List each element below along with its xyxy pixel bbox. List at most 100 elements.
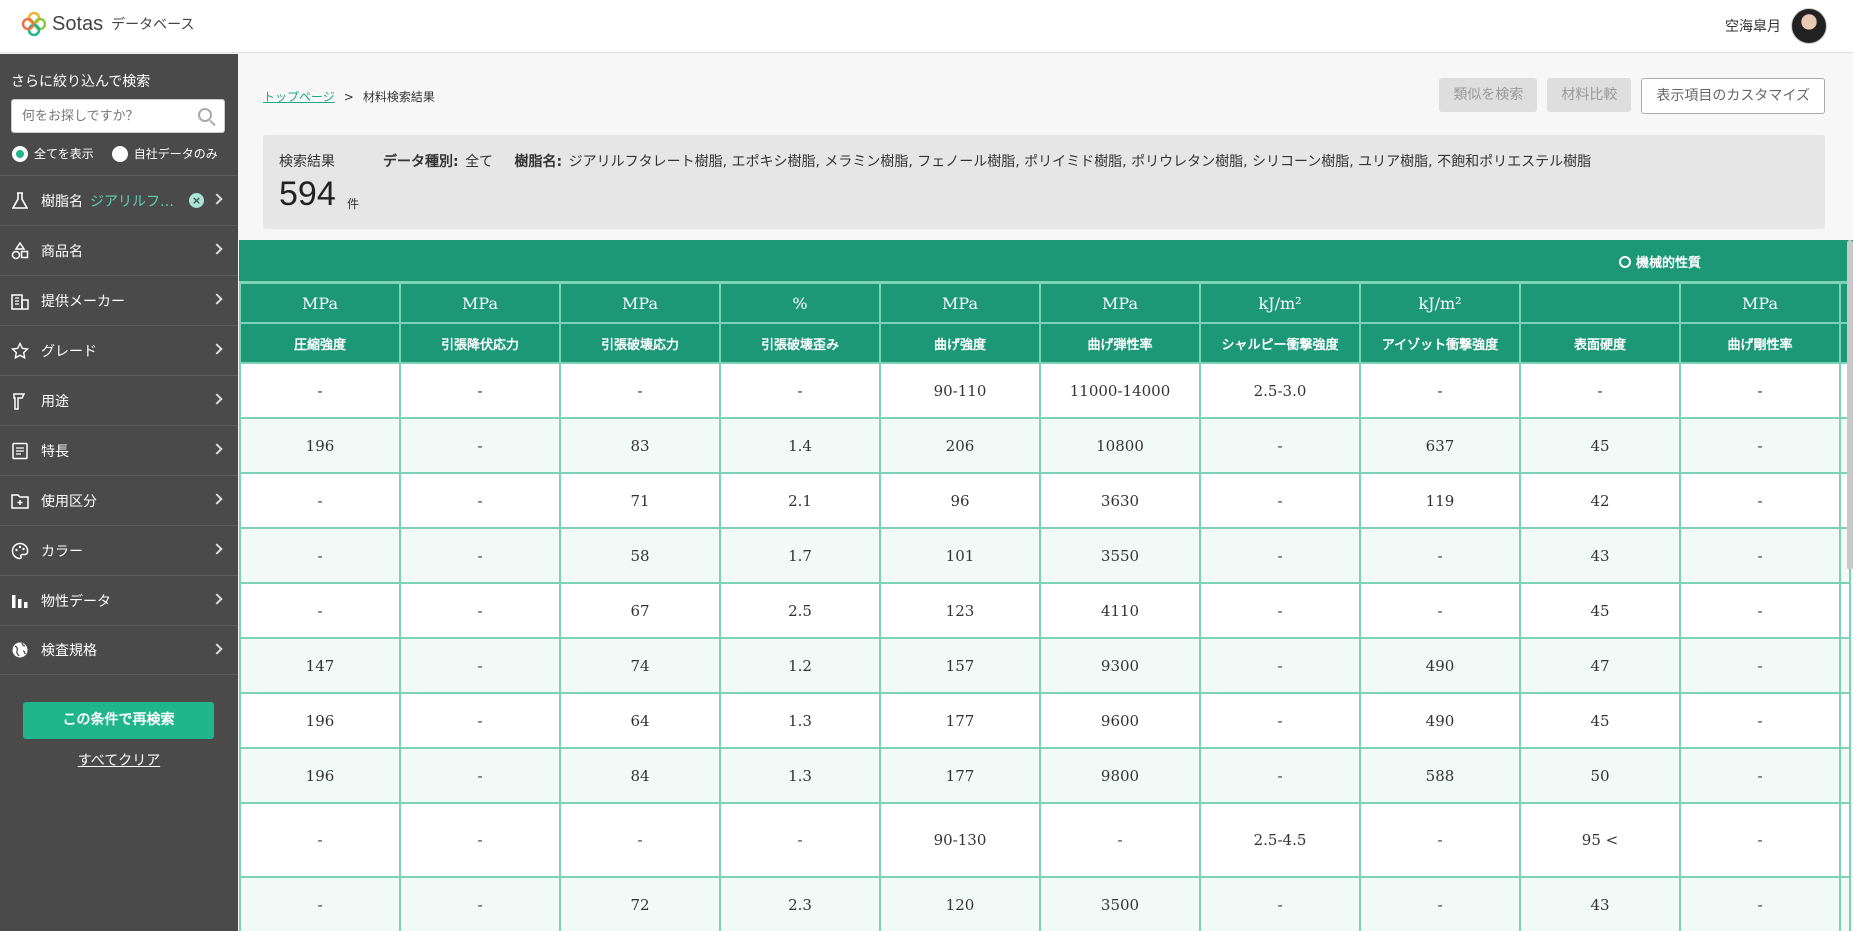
table-cell: - xyxy=(239,802,401,878)
table-cell: 1.2 xyxy=(719,637,881,694)
table-cell: 1.3 xyxy=(719,692,881,749)
table-cell: 1.3 xyxy=(719,747,881,804)
unit-cell: % xyxy=(719,282,881,324)
clear-all-link[interactable]: すべてクリア xyxy=(0,750,238,770)
column-header[interactable]: アイゾット衝撃強度 xyxy=(1359,322,1521,364)
table-cell: 206 xyxy=(879,417,1041,474)
table-row[interactable]: - - - -90-130-2.5-4.5-95 < - xyxy=(239,802,1851,878)
table-cell: 177 xyxy=(879,692,1041,749)
resin-label: 樹脂名: xyxy=(514,154,563,170)
user-menu[interactable]: 空海皐月 xyxy=(1725,8,1827,44)
chevron-right-icon xyxy=(211,393,223,405)
sidebar-item-features[interactable]: 特長 xyxy=(0,425,238,475)
table-cell: - xyxy=(1199,747,1361,804)
radio-show-all[interactable] xyxy=(12,145,28,162)
breadcrumb-top-link[interactable]: トップページ xyxy=(263,90,335,104)
avatar[interactable] xyxy=(1791,8,1827,44)
breadcrumb-current: 材料検索結果 xyxy=(362,90,435,104)
column-header[interactable]: 曲げ弾性率 xyxy=(1039,322,1201,364)
table-row[interactable]: - -72 2.3 120 3500- -43- xyxy=(239,876,1851,931)
column-header[interactable]: 圧縮強度 xyxy=(239,322,401,364)
resin-value: ジアリルフタレート樹脂, エポキシ樹脂, メラミン樹脂, フェノール樹脂, ポリ… xyxy=(568,154,1592,170)
table-row[interactable]: 196-64 1.3 177 9600-490 45- xyxy=(239,692,1851,749)
sidebar-item-label: 商品名 xyxy=(41,243,83,260)
sidebar-item-grade[interactable]: グレード xyxy=(0,325,238,375)
table-cell: - xyxy=(239,472,401,529)
clear-filter-icon[interactable]: × xyxy=(189,193,204,208)
sidebar-item-resin[interactable]: 樹脂名 ジアリルフ… × xyxy=(0,175,238,225)
results-table-wrap: 機械的性質 MPa MPa MPa% MPa MPa kJ/m² kJ/m² MPa 圧縮強度引… xyxy=(239,240,1853,931)
table-cell: 45 xyxy=(1519,417,1681,474)
sidebar-item-category[interactable]: 使用区分 xyxy=(0,475,238,525)
table-cell: - xyxy=(399,362,561,419)
table-cell xyxy=(1839,802,1851,878)
sidebar-search-input[interactable] xyxy=(12,100,182,132)
column-header-row: 圧縮強度 引張降伏応力 引張破壊応力 引張破壊歪み 曲げ強度 曲げ弾性率 シャルピー衝撃強度… xyxy=(239,322,1851,364)
table-cell: - xyxy=(1199,472,1361,529)
table-row[interactable]: 147-74 1.2 157 9300-490 47- xyxy=(239,637,1851,694)
table-cell: - xyxy=(1199,417,1361,474)
sidebar-item-color[interactable]: カラー xyxy=(0,525,238,575)
column-header[interactable]: シャルピー衝撃強度 xyxy=(1199,322,1361,364)
table-row[interactable]: 196-83 1.4 206 10800-637 45- xyxy=(239,417,1851,474)
research-button[interactable]: この条件で再検索 xyxy=(23,702,214,739)
unit-cell: MPa xyxy=(399,282,561,324)
sidebar-item-product[interactable]: 商品名 xyxy=(0,225,238,275)
table-row[interactable]: 196-84 1.3 177 9800-588 50- xyxy=(239,747,1851,804)
table-cell: - xyxy=(1679,417,1841,474)
compare-button[interactable]: 材料比較 xyxy=(1547,78,1632,112)
table-row[interactable]: - - - -90-110 11000-14000 2.5-3.0- - - xyxy=(239,362,1851,419)
table-cell: 4110 xyxy=(1039,582,1201,639)
sidebar-item-standards[interactable]: 検査規格 xyxy=(0,625,238,675)
vertical-scrollbar[interactable] xyxy=(1847,240,1853,570)
table-cell: - xyxy=(1679,362,1841,419)
column-header[interactable]: 曲げ強度 xyxy=(879,322,1041,364)
table-cell: 3550 xyxy=(1039,527,1201,584)
column-header[interactable]: 表面硬度 xyxy=(1519,322,1681,364)
column-header[interactable]: 曲げ剛性率 xyxy=(1679,322,1841,364)
unit-cell: MPa xyxy=(559,282,721,324)
table-cell: - xyxy=(1199,876,1361,931)
sidebar-item-label: 用途 xyxy=(41,393,69,410)
unit-cell: MPa xyxy=(1039,282,1201,324)
customize-columns-button[interactable]: 表示項目のカスタマイズ xyxy=(1641,78,1825,114)
table-row[interactable]: - -58 1.7 101 3550- -43- xyxy=(239,527,1851,584)
similar-search-button[interactable]: 類似を検索 xyxy=(1439,78,1538,112)
sidebar-item-maker[interactable]: 提供メーカー xyxy=(0,275,238,325)
table-row[interactable]: - -67 2.5 123 4110- -45- xyxy=(239,582,1851,639)
column-header[interactable]: 引張破壊歪み xyxy=(719,322,881,364)
radio-show-all-label[interactable]: 全てを表示 xyxy=(34,145,94,162)
breadcrumb: トップページ > 材料検索結果 xyxy=(263,88,435,105)
column-header[interactable]: 引張破壊応力 xyxy=(559,322,721,364)
search-icon[interactable] xyxy=(198,108,212,122)
table-cell: 2.1 xyxy=(719,472,881,529)
table-cell: - xyxy=(1679,637,1841,694)
radio-own-data-label[interactable]: 自社データのみ xyxy=(134,145,218,162)
sidebar-item-usage[interactable]: 用途 xyxy=(0,375,238,425)
radio-own-data[interactable] xyxy=(111,145,128,162)
table-cell: - xyxy=(399,582,561,639)
table-cell: - xyxy=(1679,692,1841,749)
table-cell: 196 xyxy=(239,747,401,804)
table-cell: 9600 xyxy=(1039,692,1201,749)
table-cell: - xyxy=(239,582,401,639)
sidebar-item-property-data[interactable]: 物性データ xyxy=(0,575,238,625)
unit-cell: MPa xyxy=(239,282,401,324)
table-cell xyxy=(1839,692,1851,749)
star-icon xyxy=(10,341,30,361)
table-cell: 196 xyxy=(239,692,401,749)
table-cell: 490 xyxy=(1359,637,1521,694)
table-cell: 2.5-4.5 xyxy=(1199,802,1361,878)
chevron-right-icon xyxy=(211,443,223,455)
chevron-right-icon xyxy=(211,343,223,355)
flask-icon xyxy=(10,191,30,211)
table-cell: - xyxy=(1359,876,1521,931)
table-row[interactable]: - -71 2.1 96 3630-119 42- xyxy=(239,472,1851,529)
table-cell: - xyxy=(399,747,561,804)
table-cell: - xyxy=(399,637,561,694)
logo[interactable]: Sotas データベース xyxy=(22,12,194,36)
table-cell: 2.5 xyxy=(719,582,881,639)
table-cell: - xyxy=(399,876,561,931)
table-cell: - xyxy=(1519,362,1681,419)
column-header[interactable]: 引張降伏応力 xyxy=(399,322,561,364)
